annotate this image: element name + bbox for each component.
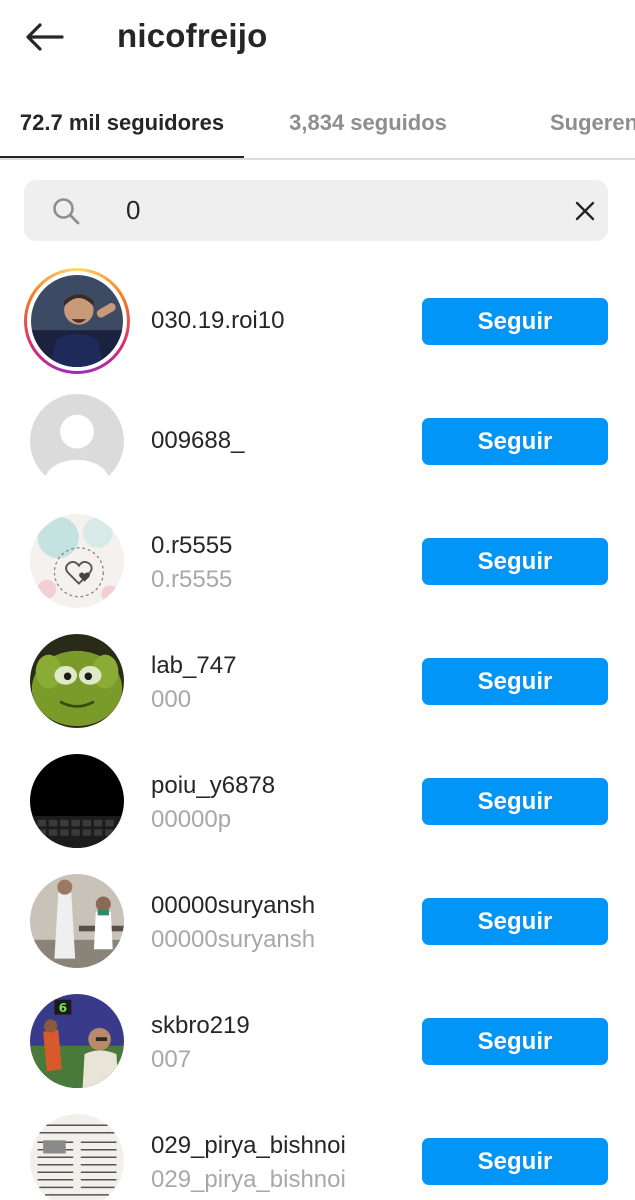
list-item[interactable]: lab_747 000 Seguir <box>0 622 635 742</box>
list-item[interactable]: 6 skbro219 007 Seguir <box>0 982 635 1102</box>
close-icon[interactable] <box>572 198 598 224</box>
follow-button[interactable]: Seguir <box>422 1018 608 1065</box>
svg-text:6: 6 <box>59 1001 68 1015</box>
tab-followers[interactable]: 72.7 mil seguidores <box>0 88 244 158</box>
tab-suggestions[interactable]: Sugeren <box>550 88 635 158</box>
avatar[interactable] <box>30 1114 124 1200</box>
avatar <box>31 275 123 367</box>
username[interactable]: 0.r5555 <box>151 532 232 560</box>
avatar[interactable] <box>30 394 124 488</box>
follow-button[interactable]: Seguir <box>422 658 608 705</box>
list-item[interactable]: 00000suryansh 00000suryansh Seguir <box>0 862 635 982</box>
full-name: 029_pirya_bishnoi <box>151 1166 346 1193</box>
full-name: 00000suryansh <box>151 926 316 953</box>
follow-button[interactable]: Seguir <box>422 298 608 345</box>
username[interactable]: skbro219 <box>151 1012 250 1040</box>
search-bar <box>24 180 608 241</box>
tab-following[interactable]: 3,834 seguidos <box>244 88 492 158</box>
avatar[interactable]: 6 <box>30 994 124 1088</box>
username[interactable]: 029_pirya_bishnoi <box>151 1132 346 1160</box>
full-name: 007 <box>151 1046 192 1073</box>
username[interactable]: poiu_y6878 <box>151 772 275 800</box>
active-tab-indicator <box>0 156 244 158</box>
top-bar: nicofreijo <box>0 0 635 80</box>
story-ring[interactable] <box>24 268 130 374</box>
follow-button[interactable]: Seguir <box>422 418 608 465</box>
follow-button[interactable]: Seguir <box>422 1138 608 1185</box>
follow-button[interactable]: Seguir <box>422 538 608 585</box>
avatar[interactable] <box>30 634 124 728</box>
list-item[interactable]: poiu_y6878 00000p Seguir <box>0 742 635 862</box>
avatar[interactable] <box>30 874 124 968</box>
search-input[interactable] <box>126 190 546 231</box>
username[interactable]: 00000suryansh <box>151 892 315 920</box>
avatar[interactable] <box>30 754 124 848</box>
avatar[interactable] <box>30 514 124 608</box>
search-icon <box>53 198 80 225</box>
username[interactable]: 030.19.roi10 <box>151 307 284 335</box>
arrow-left-icon[interactable] <box>24 22 64 52</box>
full-name: 0.r5555 <box>151 566 233 593</box>
username[interactable]: 009688_ <box>151 427 244 455</box>
follow-button[interactable]: Seguir <box>422 778 608 825</box>
default-avatar-icon <box>30 394 124 488</box>
full-name: 00000p <box>151 806 232 833</box>
list-item[interactable]: 029_pirya_bishnoi 029_pirya_bishnoi Segu… <box>0 1102 635 1200</box>
list-item[interactable]: 009688_ Seguir <box>0 382 635 502</box>
full-name: 000 <box>151 686 192 713</box>
list-item[interactable]: 0.r5555 0.r5555 Seguir <box>0 502 635 622</box>
back-button[interactable] <box>18 14 70 60</box>
follow-button[interactable]: Seguir <box>422 898 608 945</box>
tab-bar: 72.7 mil seguidores 3,834 seguidos Suger… <box>0 88 635 160</box>
list-item[interactable]: 030.19.roi10 Seguir <box>0 262 635 382</box>
username[interactable]: lab_747 <box>151 652 236 680</box>
page-title: nicofreijo <box>117 17 268 54</box>
